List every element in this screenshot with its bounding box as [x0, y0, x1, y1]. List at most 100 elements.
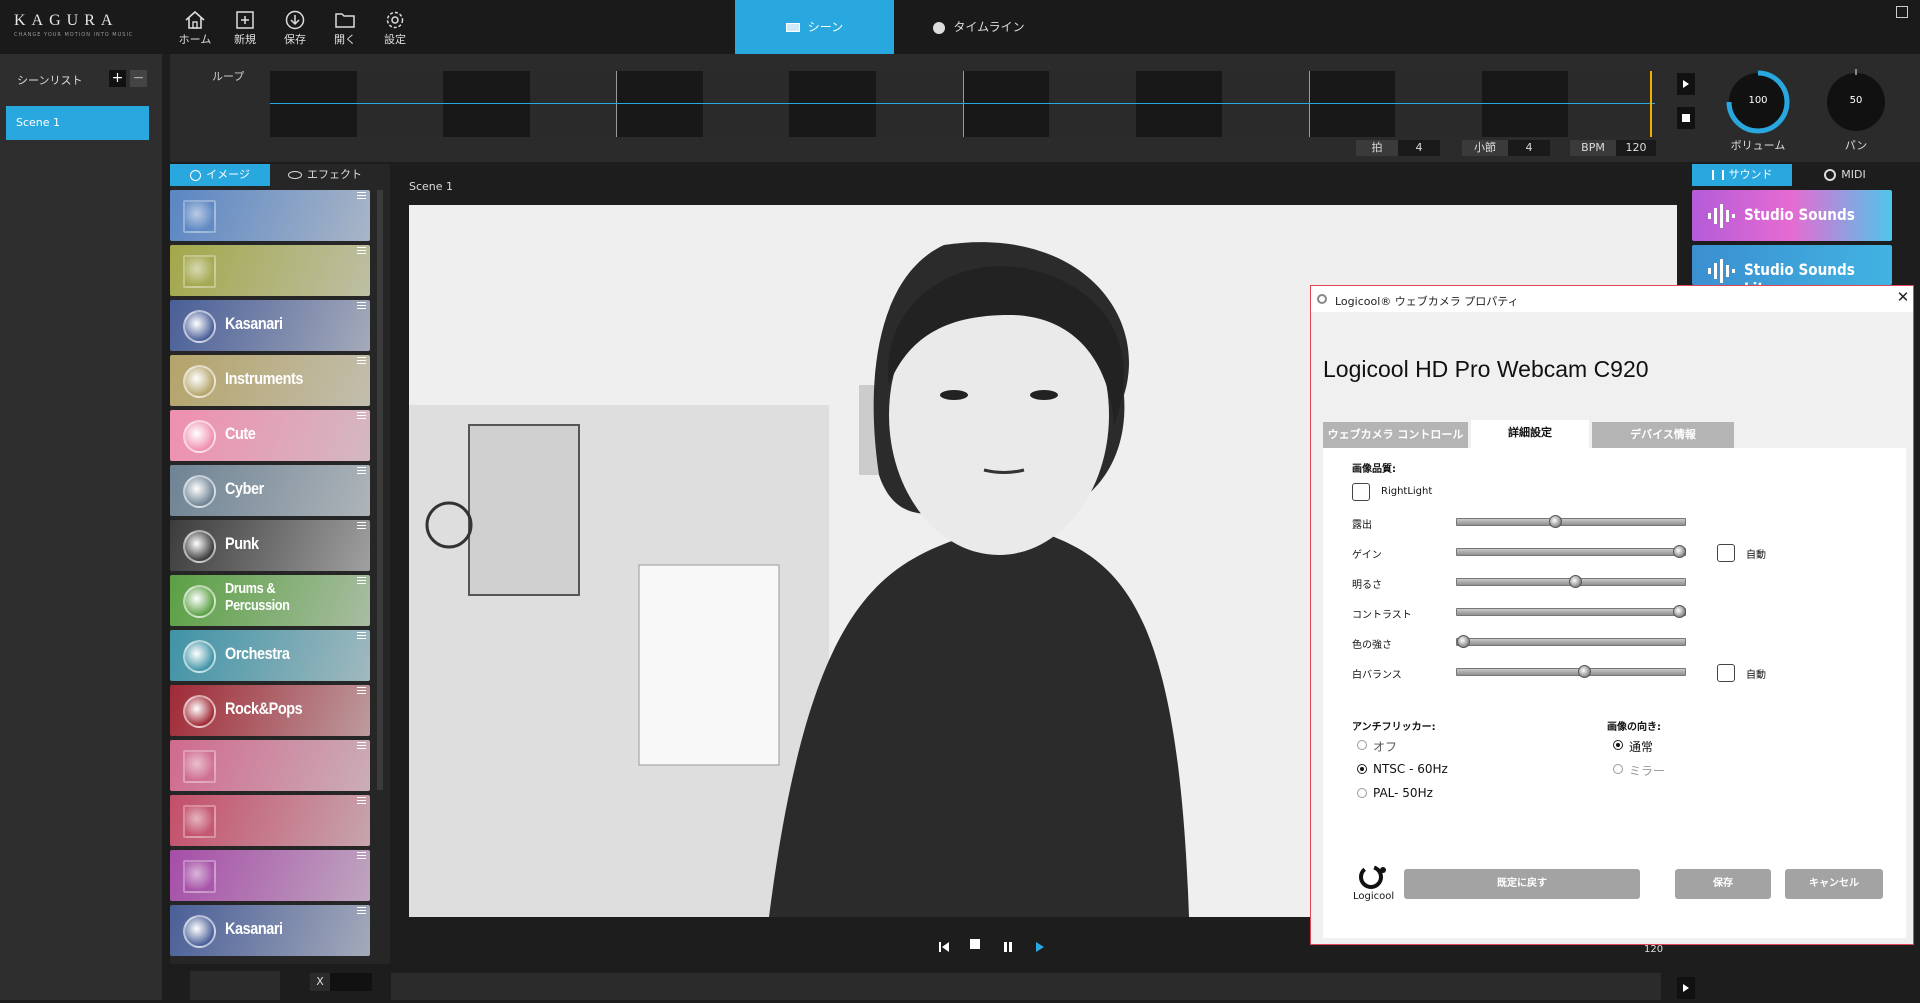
- x-input[interactable]: [330, 973, 372, 991]
- pack-menu-icon[interactable]: [357, 522, 366, 529]
- loop-cell[interactable]: [1481, 71, 1569, 137]
- loop-cell[interactable]: [702, 71, 790, 137]
- play-icon[interactable]: [1034, 938, 1046, 952]
- pack-menu-icon[interactable]: [357, 852, 366, 859]
- sound-pack-studio-sounds-lite[interactable]: Studio Sounds Lite: [1692, 245, 1892, 298]
- home-button[interactable]: ホーム: [175, 10, 215, 50]
- open-label: 開く: [334, 33, 356, 46]
- tab-device-info[interactable]: デバイス情報: [1592, 422, 1734, 448]
- loop-cell[interactable]: [1308, 71, 1396, 137]
- loop-cell[interactable]: [1222, 71, 1309, 137]
- loop-cell[interactable]: [443, 71, 530, 137]
- advanced-settings-panel: 画像品質: RightLight 露出 ゲイン 自動 明るさ コントラスト 色の強さ 白バラ…: [1323, 448, 1906, 938]
- loop-cell[interactable]: [1049, 71, 1136, 137]
- pack-item[interactable]: Punk: [170, 520, 370, 571]
- new-button[interactable]: 新規: [225, 10, 265, 50]
- loop-cell[interactable]: [789, 71, 876, 137]
- cancel-button[interactable]: キャンセル: [1785, 869, 1883, 899]
- pack-menu-icon[interactable]: [357, 412, 366, 419]
- orientation-radio[interactable]: [1613, 764, 1623, 774]
- loop-cell[interactable]: [1135, 71, 1223, 137]
- loop-cell[interactable]: [1395, 71, 1482, 137]
- loop-cell[interactable]: [1568, 71, 1655, 137]
- download-icon: [285, 10, 305, 30]
- remove-scene-button[interactable]: −: [130, 70, 147, 87]
- stop-icon[interactable]: [970, 939, 980, 949]
- pack-item[interactable]: [170, 190, 370, 241]
- pack-menu-icon[interactable]: [357, 687, 366, 694]
- loop-timeline[interactable]: [270, 71, 1655, 137]
- loop-cell[interactable]: [616, 71, 703, 137]
- save-button[interactable]: 保存: [1675, 869, 1771, 899]
- tab-midi[interactable]: MIDI: [1795, 164, 1895, 186]
- loop-cell[interactable]: [529, 71, 617, 137]
- logo-text: KAGURA: [14, 12, 119, 29]
- pause-icon[interactable]: [1002, 938, 1014, 952]
- tab-timeline[interactable]: タイムライン: [894, 0, 1064, 54]
- bottom-play-button[interactable]: [1677, 977, 1695, 999]
- bar-value[interactable]: 4: [1508, 140, 1550, 156]
- bpm-value[interactable]: 120: [1616, 140, 1656, 156]
- restore-window-icon[interactable]: [1896, 6, 1908, 18]
- sound-wave-icon: [1708, 204, 1735, 228]
- loop-cell[interactable]: [875, 71, 963, 137]
- pack-item[interactable]: [170, 795, 370, 846]
- pack-item[interactable]: Instruments: [170, 355, 370, 406]
- tab-scene[interactable]: シーン: [735, 0, 894, 54]
- pack-menu-icon[interactable]: [357, 467, 366, 474]
- pack-icon: [183, 310, 216, 343]
- pack-item[interactable]: [170, 245, 370, 296]
- sound-pack-studio-sounds[interactable]: Studio Sounds: [1692, 190, 1892, 241]
- tab-image[interactable]: イメージ: [170, 164, 270, 186]
- loop-cell[interactable]: [962, 71, 1050, 137]
- close-icon[interactable]: ✕: [1895, 288, 1911, 306]
- bottom-timeline[interactable]: [391, 973, 1661, 1000]
- open-button[interactable]: 開く: [325, 10, 365, 50]
- tab-webcam-control[interactable]: ウェブカメラ コントロール: [1323, 422, 1468, 448]
- pack-menu-icon[interactable]: [357, 357, 366, 364]
- tab-sound-label: サウンド: [1728, 168, 1773, 181]
- restore-defaults-button[interactable]: 既定に戻す: [1404, 869, 1640, 899]
- settings-button[interactable]: 設定: [375, 10, 415, 50]
- pack-menu-icon[interactable]: [357, 577, 366, 584]
- pack-scrollbar[interactable]: [377, 190, 383, 790]
- tab-effect[interactable]: エフェクト: [275, 164, 375, 186]
- volume-knob[interactable]: 100: [1723, 67, 1793, 137]
- scene-list-item[interactable]: Scene 1: [6, 106, 149, 140]
- webcam-icon: [1317, 294, 1327, 304]
- pack-menu-icon[interactable]: [357, 742, 366, 749]
- pack-list: Kasanari Instruments Cute Cyber Punk Drums & …: [170, 190, 370, 970]
- pack-icon: [183, 530, 216, 563]
- loop-cell[interactable]: [270, 71, 357, 137]
- pan-knob[interactable]: 50: [1821, 67, 1891, 137]
- skip-back-icon[interactable]: [938, 938, 950, 952]
- tab-advanced-settings[interactable]: 詳細設定: [1471, 420, 1589, 448]
- pack-menu-icon[interactable]: [357, 907, 366, 914]
- beat-value[interactable]: 4: [1398, 140, 1440, 156]
- pack-menu-icon[interactable]: [357, 192, 366, 199]
- loop-play-button[interactable]: [1677, 73, 1695, 95]
- pack-item[interactable]: Cute: [170, 410, 370, 461]
- loop-stop-button[interactable]: [1677, 107, 1695, 129]
- pack-menu-icon[interactable]: [357, 797, 366, 804]
- tab-sound[interactable]: サウンド: [1692, 164, 1792, 186]
- pack-item[interactable]: Kasanari: [170, 300, 370, 351]
- orientation-radio[interactable]: [1613, 740, 1623, 750]
- save-button[interactable]: 保存: [275, 10, 315, 50]
- loop-playhead[interactable]: [1650, 71, 1652, 137]
- dialog-title: Logicool® ウェブカメラ プロパティ: [1335, 295, 1519, 308]
- pack-item[interactable]: [170, 850, 370, 901]
- pack-item[interactable]: Rock&Pops: [170, 685, 370, 736]
- pack-item[interactable]: Orchestra: [170, 630, 370, 681]
- pack-icon: [183, 420, 216, 453]
- pack-item[interactable]: [170, 740, 370, 791]
- pack-menu-icon[interactable]: [357, 632, 366, 639]
- add-scene-button[interactable]: +: [109, 70, 126, 87]
- bottom-slot[interactable]: [190, 971, 280, 1000]
- pack-item[interactable]: Cyber: [170, 465, 370, 516]
- pack-item[interactable]: Kasanari: [170, 905, 370, 956]
- pack-menu-icon[interactable]: [357, 302, 366, 309]
- pack-menu-icon[interactable]: [357, 247, 366, 254]
- loop-cell[interactable]: [356, 71, 444, 137]
- pack-item[interactable]: Drums & Percussion: [170, 575, 370, 626]
